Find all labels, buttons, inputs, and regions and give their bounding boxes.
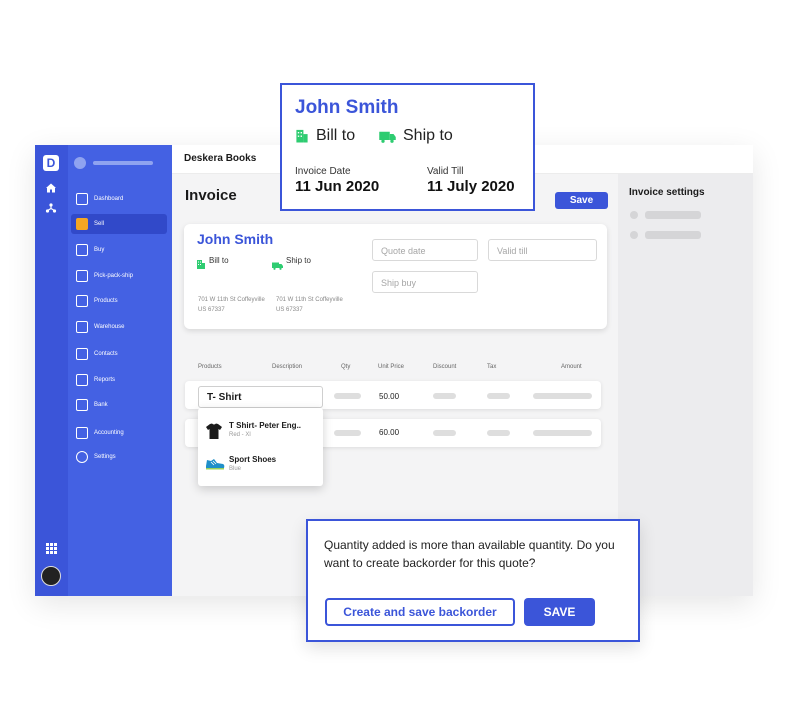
product-search-input[interactable]: T- Shirt [198, 386, 323, 408]
sidebar-item-label: Sell [94, 221, 105, 227]
invoice-settings-title: Invoice settings [629, 187, 705, 198]
org-avatar-placeholder [74, 157, 86, 169]
sidebar-item-label: Buy [94, 247, 105, 253]
app-logo[interactable]: D [43, 155, 59, 171]
reports-icon [76, 374, 88, 386]
save-button[interactable]: Save [555, 192, 608, 209]
sidebar-item-label: Dashboard [94, 196, 124, 202]
column-header-unit-price: Unit Price [378, 364, 405, 370]
sidebar-item-label: Reports [94, 377, 116, 383]
product-dropdown [198, 408, 323, 486]
app-title: Deskera Books [184, 153, 257, 164]
sidebar-item-bank[interactable]: Bank [71, 395, 167, 415]
home-icon[interactable] [44, 182, 58, 197]
bill-address-line2: US 67337 [198, 307, 225, 313]
dialog-save-button[interactable]: SAVE [524, 598, 595, 626]
quote-date-input[interactable]: Quote date [372, 239, 478, 261]
dropdown-option-name[interactable]: Sport Shoes [229, 455, 276, 464]
bank-icon [76, 399, 88, 411]
building-icon [196, 256, 206, 274]
ship-address-line1: 701 W 11th St Coffeyville [276, 297, 343, 303]
dropdown-option-variant: Red - Xl [229, 432, 251, 438]
org-name-placeholder [93, 161, 153, 165]
sidebar-item-sell[interactable]: Sell [71, 214, 167, 234]
bill-to-label[interactable]: Bill to [209, 256, 229, 265]
sidebar-item-pick-pack-ship[interactable]: Pick-pack-ship [71, 266, 167, 286]
sell-icon [76, 218, 88, 230]
user-avatar[interactable] [41, 566, 61, 586]
sidebar-item-warehouse[interactable]: Warehouse [71, 317, 167, 337]
invoice-date-label: Invoice Date [295, 166, 351, 177]
settings-icon [76, 451, 88, 463]
popup-bill-to-label[interactable]: Bill to [316, 127, 355, 145]
sidebar-item-label: Contacts [94, 351, 118, 357]
warehouse-icon [76, 321, 88, 333]
discount-placeholder [433, 430, 456, 436]
truck-icon [272, 257, 283, 275]
qty-placeholder [334, 393, 361, 399]
ship-address: 701 W 11th St Coffeyville US 67337 [276, 295, 343, 315]
column-header-tax: Tax [487, 364, 497, 370]
customer-name[interactable]: John Smith [197, 231, 273, 247]
accounting-icon [76, 427, 88, 439]
sidebar-item-buy[interactable]: Buy [71, 240, 167, 260]
apps-grid-icon[interactable] [44, 543, 58, 557]
truck-icon [379, 130, 396, 148]
contacts-icon [76, 348, 88, 360]
unit-price-cell[interactable]: 60.00 [379, 428, 399, 437]
setting-placeholder-dot [630, 231, 638, 239]
sidebar-item-label: Products [94, 298, 118, 304]
column-header-description: Description [272, 364, 303, 370]
sidebar-item-settings[interactable]: Settings [71, 447, 167, 467]
valid-till-value[interactable]: 11 July 2020 [427, 178, 515, 195]
sidebar-item-products[interactable]: Products [71, 291, 167, 311]
building-icon [295, 128, 309, 148]
discount-placeholder [433, 393, 456, 399]
qty-placeholder [334, 430, 361, 436]
sidebar-item-label: Settings [94, 454, 116, 460]
page-title: Invoice [185, 187, 237, 204]
sidebar-item-label: Warehouse [94, 324, 125, 330]
amount-placeholder [533, 393, 592, 399]
column-header-discount: Discount [433, 364, 457, 370]
sidebar-item-accounting[interactable]: Accounting [71, 423, 167, 443]
products-icon [76, 295, 88, 307]
dropdown-option-variant: Blue [229, 466, 242, 472]
popup-customer-name: John Smith [295, 97, 399, 118]
column-header-qty: Qty [341, 364, 351, 370]
dropdown-option-name[interactable]: T Shirt- Peter Eng.. [229, 421, 301, 430]
column-header-products: Products [198, 364, 222, 370]
bill-address-line1: 701 W 11th St Coffeyville [198, 297, 265, 303]
sidebar-item-label: Accounting [94, 430, 124, 436]
tax-placeholder [487, 430, 510, 436]
network-icon[interactable] [44, 202, 58, 217]
sidebar-item-label: Bank [94, 402, 108, 408]
invoice-date-value[interactable]: 11 Jun 2020 [295, 178, 379, 195]
sidebar-item-contacts[interactable]: Contacts [71, 344, 167, 364]
shoe-icon [205, 456, 225, 470]
setting-placeholder-bar [645, 231, 701, 239]
dashboard-icon [76, 193, 88, 205]
amount-placeholder [533, 430, 592, 436]
ship-to-label[interactable]: Ship to [286, 256, 311, 265]
column-header-amount: Amount [561, 364, 582, 370]
backorder-message: Quantity added is more than available qu… [324, 538, 615, 570]
create-backorder-button[interactable]: Create and save backorder [325, 598, 515, 626]
pick-pack-ship-icon [76, 270, 88, 282]
buy-icon [76, 244, 88, 256]
setting-placeholder-dot [630, 211, 638, 219]
ship-address-line2: US 67337 [276, 307, 303, 313]
sidebar-item-dashboard[interactable]: Dashboard [71, 189, 167, 209]
popup-ship-to-label[interactable]: Ship to [403, 127, 453, 145]
valid-till-label: Valid Till [427, 166, 464, 177]
valid-till-input[interactable]: Valid till [488, 239, 597, 261]
ship-buy-input[interactable]: Ship buy [372, 271, 478, 293]
tax-placeholder [487, 393, 510, 399]
tshirt-icon [205, 422, 223, 440]
sidebar-item-label: Pick-pack-ship [94, 273, 134, 279]
bill-address: 701 W 11th St Coffeyville US 67337 [198, 295, 265, 315]
setting-placeholder-bar [645, 211, 701, 219]
sidebar-item-reports[interactable]: Reports [71, 370, 167, 390]
unit-price-cell[interactable]: 50.00 [379, 392, 399, 401]
